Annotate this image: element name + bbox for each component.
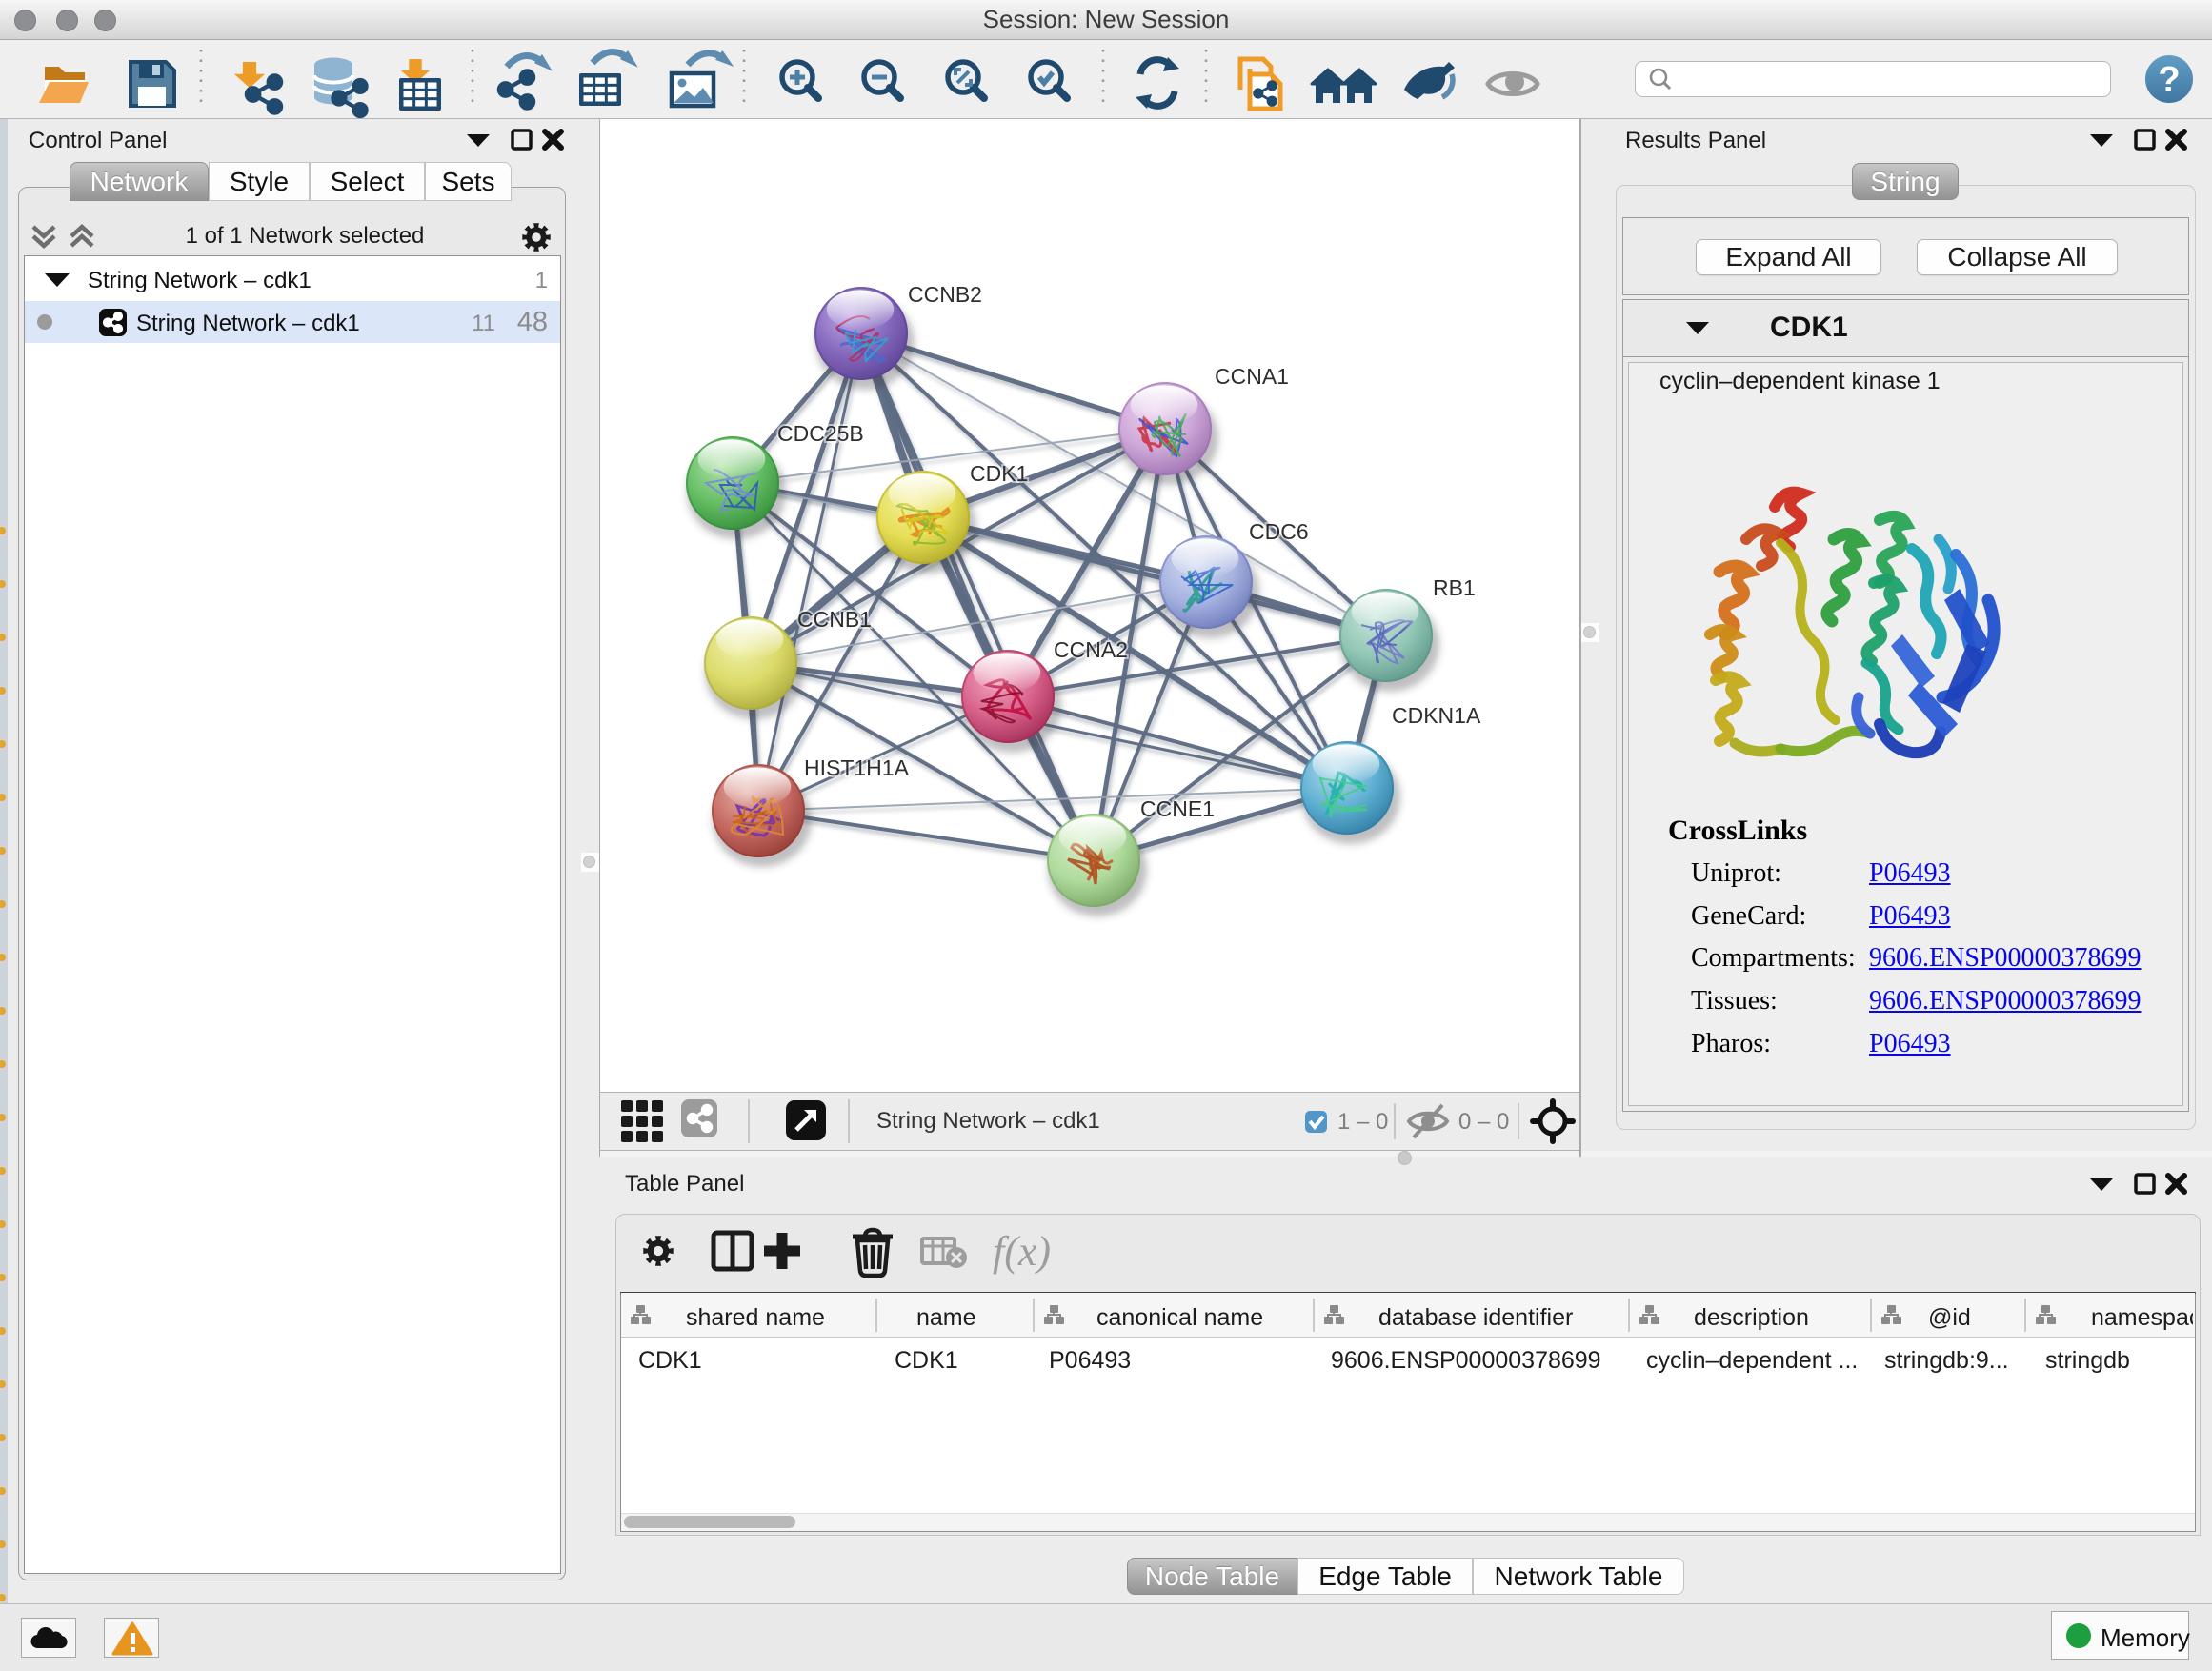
svg-text:CCNE1: CCNE1: [1140, 796, 1215, 821]
svg-text:CCNB2: CCNB2: [908, 282, 982, 307]
svg-text:CDC6: CDC6: [1249, 519, 1309, 544]
svg-text:CDKN1A: CDKN1A: [1392, 703, 1481, 728]
svg-text:RB1: RB1: [1433, 575, 1476, 600]
svg-text:CCNA2: CCNA2: [1054, 637, 1128, 662]
svg-text:CCNA1: CCNA1: [1215, 364, 1289, 389]
svg-text:CCNB1: CCNB1: [797, 607, 872, 632]
svg-text:CDK1: CDK1: [970, 461, 1028, 486]
svg-text:CDC25B: CDC25B: [777, 421, 864, 446]
svg-text:HIST1H1A: HIST1H1A: [804, 755, 910, 780]
svg-text:?: ?: [2158, 60, 2180, 100]
